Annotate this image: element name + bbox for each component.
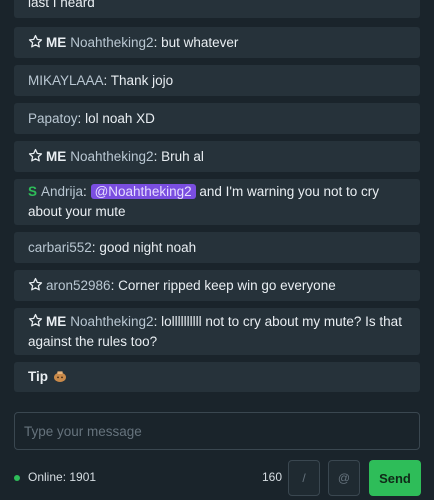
message-text: lol noah XD <box>81 110 155 126</box>
message-input-box[interactable] <box>14 412 420 450</box>
send-button[interactable]: Send <box>369 460 421 496</box>
star-icon[interactable] <box>28 148 43 163</box>
tip-message: Tip <box>14 362 420 392</box>
chat-message: ME Noahtheking2: Bruh al <box>14 141 420 172</box>
me-badge: ME <box>46 148 67 164</box>
chat-message: MIKAYLAAA: Thank jojo <box>14 65 420 96</box>
message-text: Thank jojo <box>107 72 174 88</box>
chat-message: aron52986: Corner ripped keep win go eve… <box>14 270 420 301</box>
chat-message: S Andrija: @Noahtheking2 and I'm warning … <box>14 179 420 225</box>
message-separator: : <box>83 184 87 199</box>
message-username[interactable]: Noahtheking2 <box>70 314 153 329</box>
message-username[interactable]: aron52986 <box>46 278 111 293</box>
me-badge: ME <box>46 34 67 50</box>
chat-message: last I heard <box>14 0 420 18</box>
message-text: Bruh al <box>157 148 204 164</box>
message-text: Corner ripped keep win go everyone <box>114 277 336 293</box>
chat-message: Papatoy: lol noah XD <box>14 103 420 134</box>
online-count: Online: 1901 <box>28 470 97 484</box>
tip-label: Tip <box>28 369 48 384</box>
message-username[interactable]: Noahtheking2 <box>70 149 153 164</box>
mention-tag[interactable]: @Noahtheking2 <box>90 184 196 199</box>
chat-message: carbari552: good night noah <box>14 232 420 263</box>
star-icon[interactable] <box>28 277 43 292</box>
star-icon[interactable] <box>28 313 43 328</box>
s-badge: S <box>28 184 38 199</box>
message-username[interactable]: Andrija <box>41 184 83 199</box>
chat-message: ME Noahtheking2: lollllllllll not to cry … <box>14 308 420 355</box>
message-username[interactable]: Noahtheking2 <box>70 35 153 50</box>
mention-button[interactable]: @ <box>328 460 360 496</box>
star-icon[interactable] <box>28 34 43 49</box>
tip-bag-icon <box>54 371 66 382</box>
online-status-dot <box>14 475 20 481</box>
message-text: good night noah <box>95 239 197 255</box>
message-text: but whatever <box>157 34 239 50</box>
character-count: 160 <box>262 470 283 484</box>
chat-message: ME Noahtheking2: but whatever <box>14 27 420 58</box>
chat-footer: Online: 1901 160 / @ Send <box>0 460 434 496</box>
slash-command-button[interactable]: / <box>288 460 320 496</box>
message-username[interactable]: Papatoy <box>28 111 78 126</box>
message-text: last I heard <box>28 0 95 10</box>
message-input[interactable] <box>15 413 419 449</box>
chat-messages[interactable]: last I heard ME Noahtheking2: but whateve… <box>0 0 434 398</box>
message-username[interactable]: carbari552 <box>28 240 92 255</box>
me-badge: ME <box>46 313 67 329</box>
message-username[interactable]: MIKAYLAAA <box>28 73 104 88</box>
